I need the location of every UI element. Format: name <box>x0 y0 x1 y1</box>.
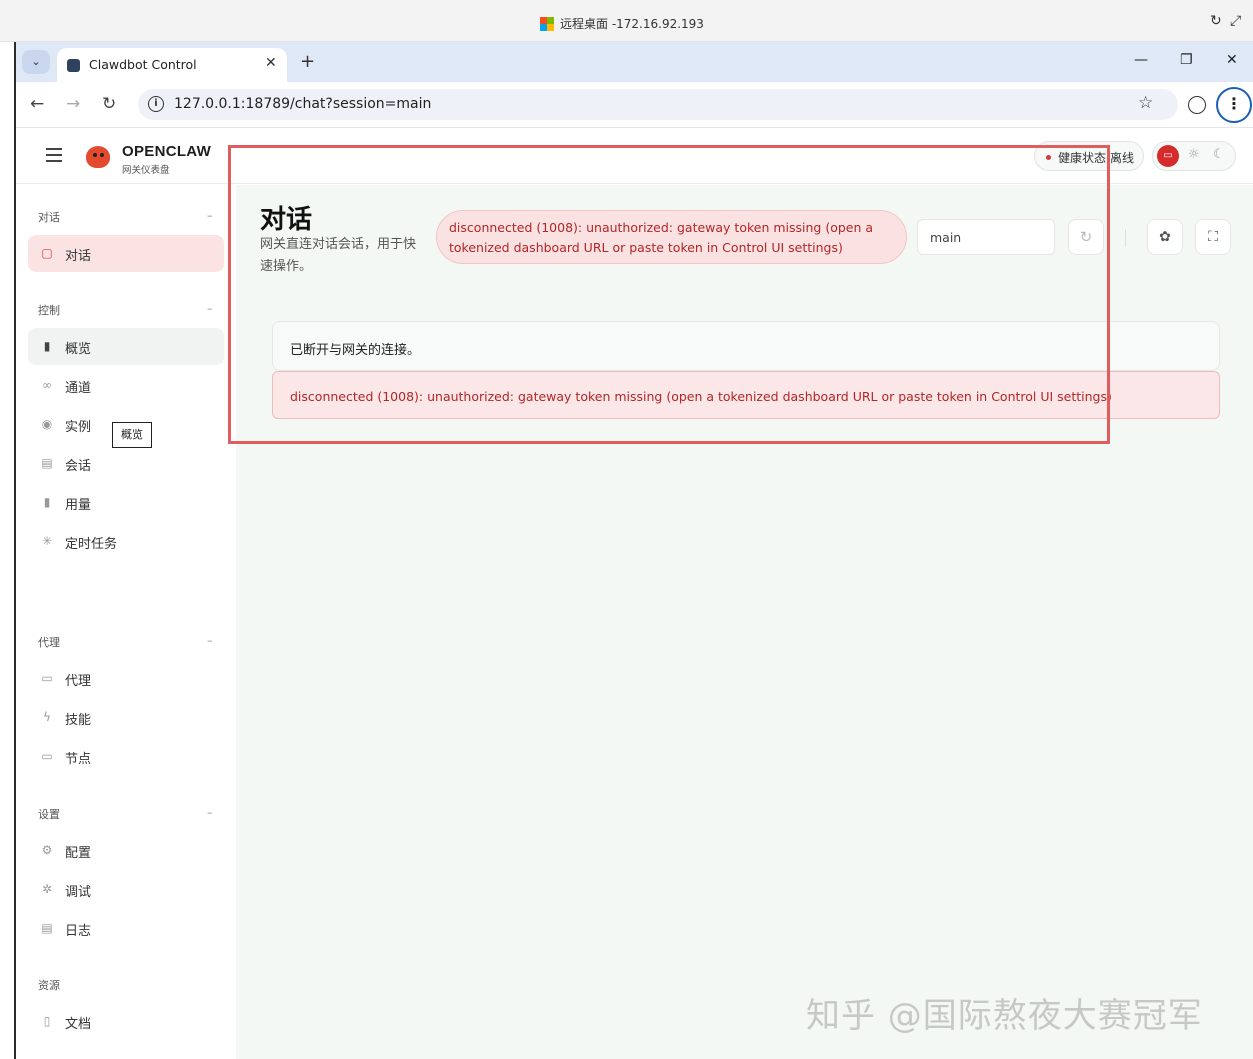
collapse-control-icon[interactable]: – <box>207 302 213 315</box>
sidebar-item-usage[interactable]: ▮ 用量 <box>28 484 224 521</box>
sidebar-item-skills[interactable]: ϟ 技能 <box>28 699 224 736</box>
reload-button[interactable]: ↻ <box>102 94 116 114</box>
collapse-settings-icon[interactable]: – <box>207 806 213 819</box>
usage-chart-icon: ▮ <box>43 495 51 509</box>
brand-subtitle: 网关仪表盘 <box>122 165 170 176</box>
system-theme-monitor-icon[interactable]: ▭ <box>1157 145 1179 167</box>
remote-desktop-title: 远程桌面 -172.16.92.193 <box>540 15 704 32</box>
profile-icon[interactable] <box>1188 96 1206 114</box>
site-info-icon[interactable]: i <box>148 96 164 112</box>
address-bar[interactable]: i 127.0.0.1:18789/chat?session=main ☆ <box>138 89 1178 120</box>
forward-button[interactable]: → <box>66 94 80 114</box>
section-title-settings: 设置 <box>38 808 60 821</box>
reconnect-icon[interactable]: ↻ <box>1210 13 1222 29</box>
theme-switcher: ▭ ☼ ☾ <box>1152 141 1236 171</box>
link-icon: ∞ <box>42 378 52 392</box>
brand-name: OPENCLAW <box>122 143 212 160</box>
sidebar-item-docs[interactable]: ▯ 文档 <box>28 1003 224 1040</box>
openclaw-logo-icon <box>84 142 112 170</box>
tab-title: Clawdbot Control <box>89 57 197 72</box>
toolbar-divider <box>1125 229 1126 247</box>
favicon-icon <box>67 59 80 72</box>
browser-menu-button[interactable]: ⋮ <box>1216 87 1252 123</box>
health-value: 离线 <box>1110 151 1135 165</box>
minimize-button[interactable]: — <box>1134 52 1148 68</box>
focus-mode-icon[interactable]: ⛶ <box>1195 219 1231 255</box>
monitor-icon: ▭ <box>41 749 53 763</box>
section-title-control: 控制 <box>38 304 60 317</box>
tab-search-button[interactable]: ⌄ <box>22 50 50 74</box>
tab-close-icon[interactable]: ✕ <box>265 55 277 71</box>
windows-logo-icon <box>540 16 554 31</box>
sidebar-item-chat[interactable]: ▢ 对话 <box>28 235 224 272</box>
sidebar-item-logs[interactable]: ▤ 日志 <box>28 910 224 947</box>
close-window-button[interactable]: ✕ <box>1226 52 1238 68</box>
sidebar-item-channels[interactable]: ∞ 通道 <box>28 367 224 404</box>
loader-icon: ✳ <box>41 534 53 548</box>
sidebar-item-sessions[interactable]: ▤ 会话 <box>28 445 224 482</box>
sidebar-item-agents[interactable]: ▭ 代理 <box>28 660 224 697</box>
document-icon: ▤ <box>41 456 53 470</box>
book-icon: ▯ <box>43 1014 51 1028</box>
section-title-agents: 代理 <box>38 636 60 649</box>
gear-icon: ⚙ <box>41 843 53 857</box>
sidebar-item-cron[interactable]: ✳ 定时任务 <box>28 523 224 560</box>
highlight-annotation-box <box>228 145 1110 444</box>
bar-chart-icon: ▮ <box>43 339 51 353</box>
bookmark-star-icon[interactable]: ☆ <box>1138 93 1153 113</box>
brain-icon[interactable]: ✿ <box>1147 219 1183 255</box>
section-title-chat: 对话 <box>38 211 60 224</box>
sidebar-item-overview[interactable]: ▮ 概览 <box>28 328 224 365</box>
remote-desktop-titlebar: 远程桌面 -172.16.92.193 ↻ ⤢ <box>0 0 1253 42</box>
scroll-icon: ▤ <box>41 921 53 935</box>
sidebar: 对话 – ▢ 对话 控制 – ▮ 概览 ∞ 通道 ◉ 实例 ▤ 会话 ▮ 用量 … <box>16 185 236 1059</box>
folder-icon: ▭ <box>41 671 53 685</box>
menu-toggle-icon[interactable] <box>46 148 62 162</box>
chat-icon: ▢ <box>41 246 53 260</box>
restore-button[interactable]: ❐ <box>1180 52 1193 68</box>
url-text[interactable]: 127.0.0.1:18789/chat?session=main <box>174 96 431 112</box>
sidebar-item-config[interactable]: ⚙ 配置 <box>28 832 224 869</box>
lightning-icon: ϟ <box>43 710 51 724</box>
bug-icon: ✲ <box>41 882 53 896</box>
new-tab-button[interactable]: + <box>300 51 315 72</box>
tab-strip: ⌄ Clawdbot Control ✕ + — ❐ ✕ <box>16 42 1253 82</box>
dark-theme-moon-icon[interactable]: ☾ <box>1213 147 1225 162</box>
broadcast-icon: ◉ <box>41 417 53 431</box>
section-title-resources: 资源 <box>38 979 60 992</box>
watermark: 知乎 @国际熬夜大赛冠军 <box>806 996 1203 1036</box>
collapse-chat-icon[interactable]: – <box>207 209 213 222</box>
tooltip: 概览 <box>112 422 152 448</box>
light-theme-sun-icon[interactable]: ☼ <box>1188 147 1200 162</box>
browser-tab[interactable]: Clawdbot Control ✕ <box>57 48 287 82</box>
browser-toolbar: ← → ↻ i 127.0.0.1:18789/chat?session=mai… <box>16 82 1253 128</box>
sidebar-item-debug[interactable]: ✲ 调试 <box>28 871 224 908</box>
fullscreen-icon[interactable]: ⤢ <box>1230 13 1241 29</box>
sidebar-item-nodes[interactable]: ▭ 节点 <box>28 738 224 775</box>
back-button[interactable]: ← <box>30 94 44 114</box>
collapse-agents-icon[interactable]: – <box>207 634 213 647</box>
